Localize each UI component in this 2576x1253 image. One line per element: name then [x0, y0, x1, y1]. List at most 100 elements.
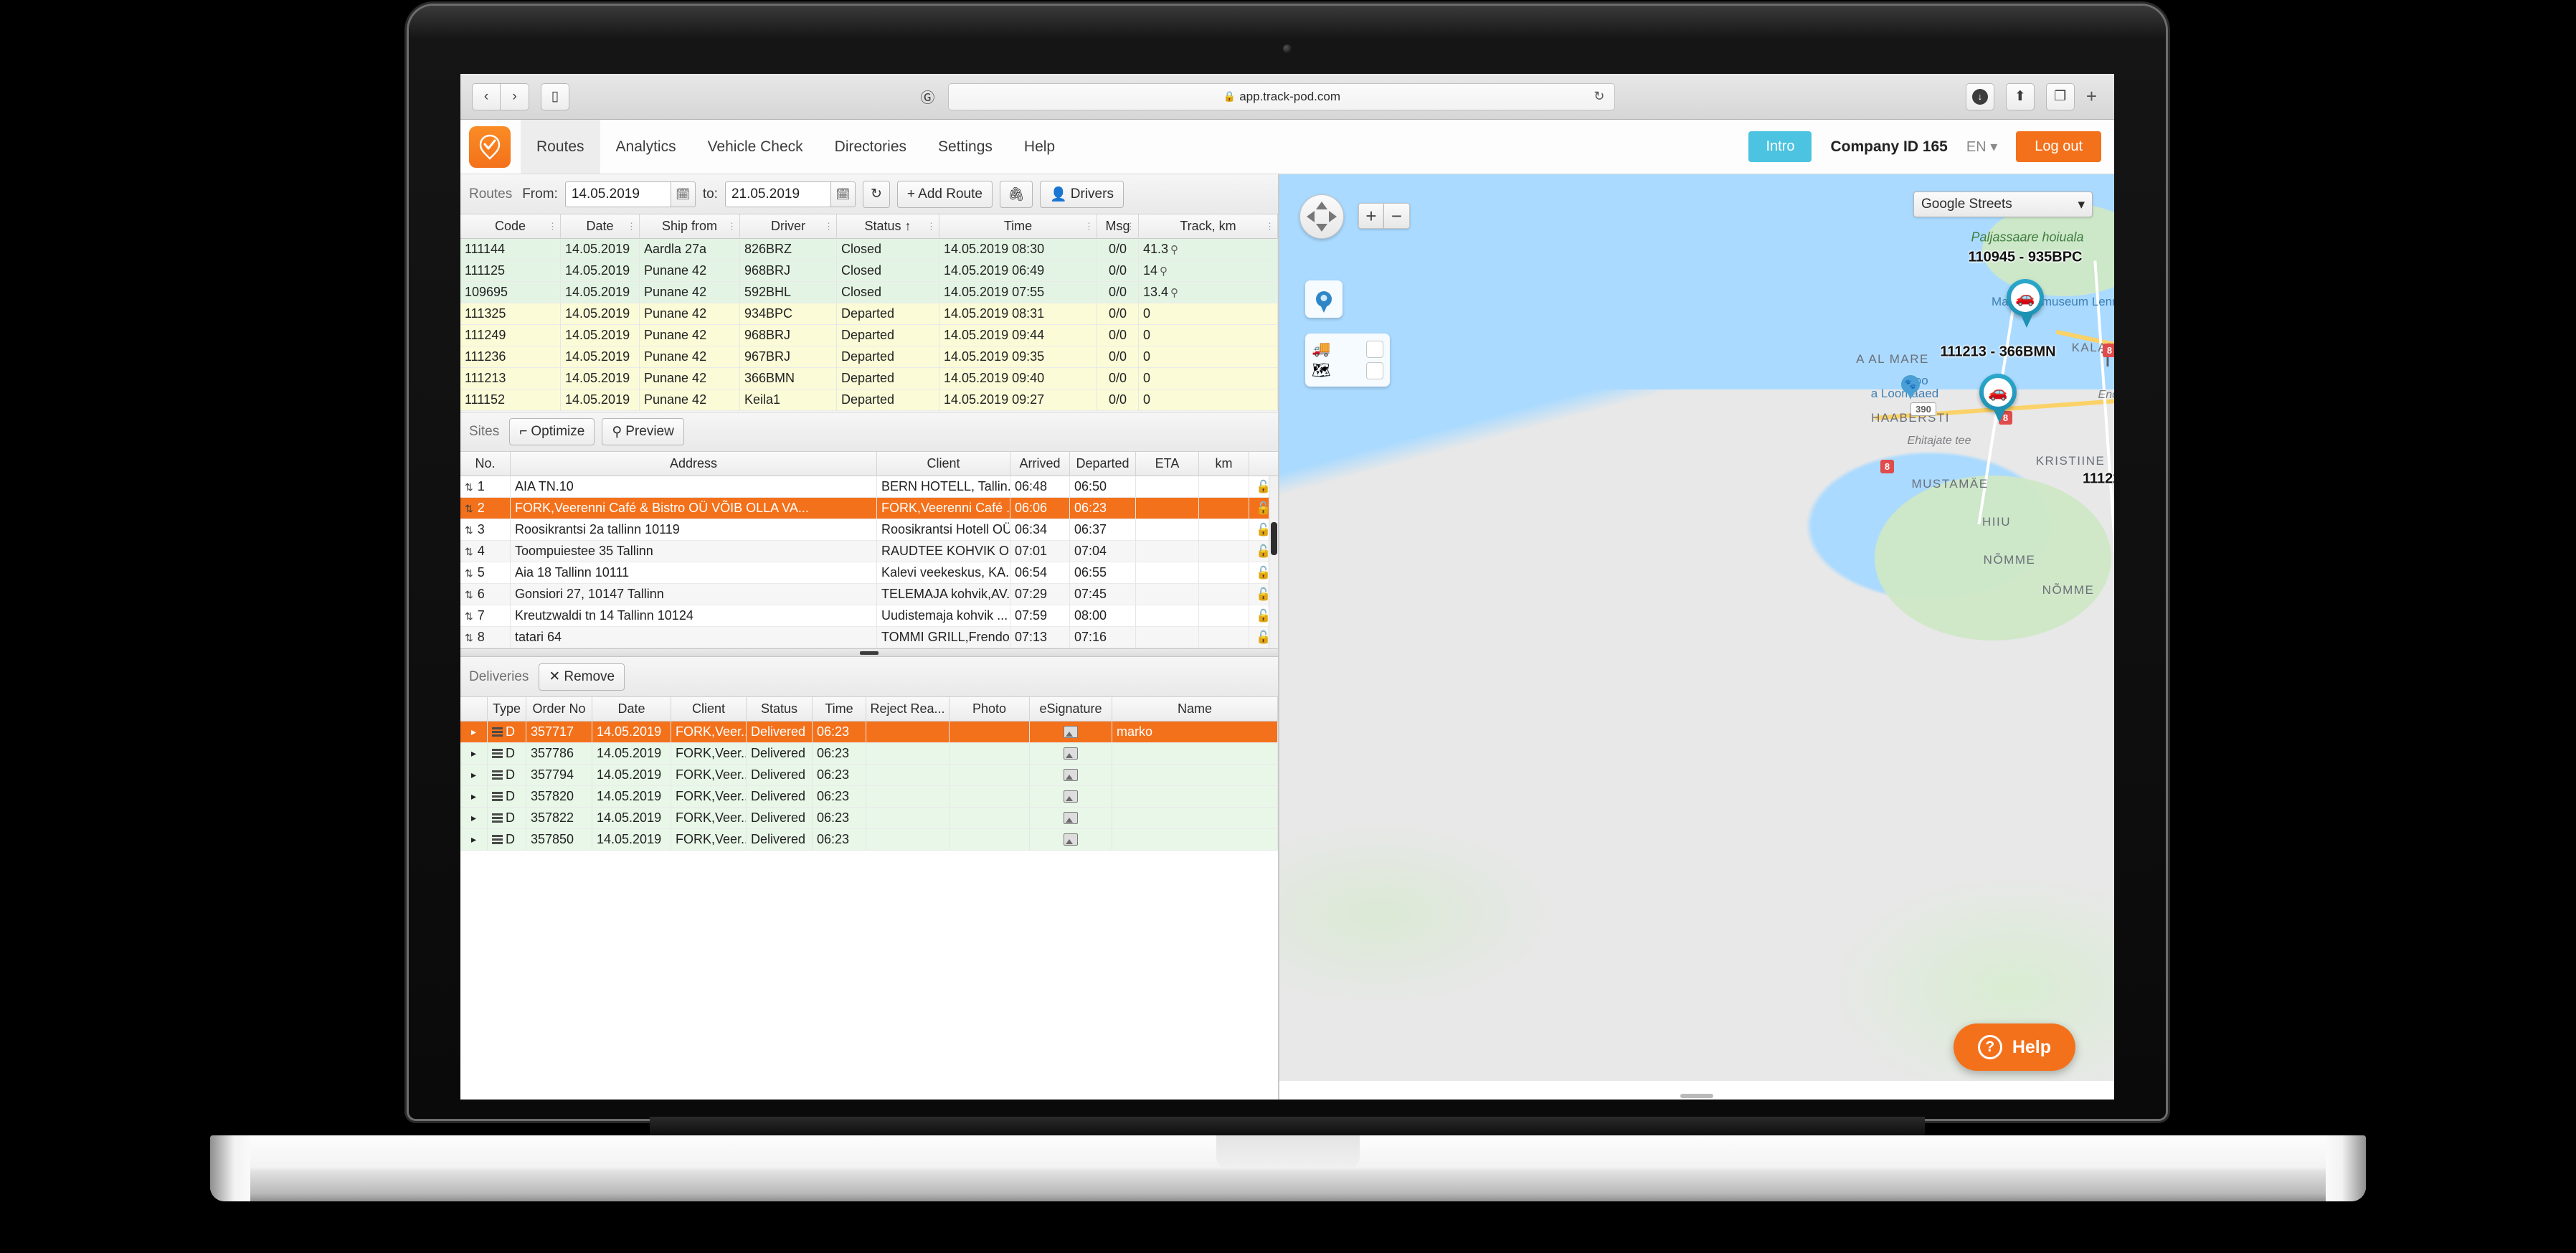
col-delivery-time[interactable]: Time — [813, 696, 866, 722]
col-msg[interactable]: Msg ⋮ — [1097, 214, 1139, 239]
app-logo-icon[interactable] — [469, 126, 511, 168]
delivery-esignature[interactable] — [1030, 742, 1112, 765]
col-departed[interactable]: Departed — [1070, 452, 1136, 476]
reorder-handle-icon[interactable]: ⇅ — [465, 590, 473, 600]
col-reject-reason[interactable]: Reject Rea... — [866, 696, 950, 722]
col-menu-icon[interactable]: ⋮ — [1084, 221, 1094, 232]
table-row[interactable]: 111125 14.05.2019 Punane 42 968BRJ Closed 14.… — [460, 260, 1278, 282]
reorder-handle-icon[interactable]: ⇅ — [465, 503, 473, 514]
image-icon[interactable] — [1064, 833, 1078, 846]
map-type-selector[interactable]: Google Streets ▾ — [1913, 192, 2093, 217]
col-client[interactable]: Client — [877, 452, 1010, 476]
col-address[interactable]: Address — [511, 452, 877, 476]
from-date-input[interactable]: 14.05.2019 — [564, 181, 671, 207]
vehicle-pin[interactable]: 🚗 — [1979, 374, 2017, 411]
table-row[interactable]: ⇅ 1 AIA TN.10 BERN HOTELL, Tallin... 06:48 06… — [460, 476, 1278, 498]
table-row[interactable]: 111213 14.05.2019 Punane 42 366BMN Departed 1… — [460, 367, 1278, 389]
col-menu-icon[interactable]: ⋮ — [627, 221, 636, 232]
col-menu-icon[interactable]: ⋮ — [548, 221, 557, 232]
col-delivery-date[interactable]: Date — [592, 696, 671, 722]
reorder-handle-icon[interactable]: ⇅ — [465, 547, 473, 557]
reorder-handle-icon[interactable]: ⇅ — [465, 482, 473, 492]
col-esignature[interactable]: eSignature — [1030, 696, 1112, 722]
expand-row-icon[interactable]: ▸ — [460, 785, 488, 808]
vehicle-marker[interactable]: 🚗 — [1979, 374, 2019, 424]
sites-scroll-thumb[interactable] — [1271, 522, 1277, 555]
nav-item-settings[interactable]: Settings — [922, 120, 1008, 174]
map-pin-icon[interactable]: ⚲ — [1170, 243, 1178, 256]
image-icon[interactable] — [1064, 726, 1078, 738]
add-route-button[interactable]: + Add Route — [896, 180, 993, 208]
col-track-km[interactable]: Track, km ⋮ — [1139, 214, 1278, 239]
table-row[interactable]: ▸ D 357717 14.05.2019 FORK,Veer... Delivered 0… — [460, 721, 1278, 743]
share-button[interactable]: ⬆ — [2005, 82, 2035, 110]
table-row[interactable]: 111236 14.05.2019 Punane 42 967BRJ Departed 1… — [460, 346, 1278, 368]
table-row[interactable]: ▸ D 357786 14.05.2019 FORK,Veer... Delivered 0… — [460, 742, 1278, 765]
map-pan-control[interactable] — [1299, 194, 1344, 239]
table-row[interactable]: 111144 14.05.2019 Aardla 27a 826BRZ Closed 14… — [460, 238, 1278, 260]
col-status[interactable]: Status ↑ ⋮ — [837, 214, 939, 239]
nav-item-directories[interactable]: Directories — [819, 120, 922, 174]
table-row[interactable]: ⇅ 2 FORK,Veerenni Café & Bistro OÜ VÕIB OL… — [460, 497, 1278, 519]
col-name[interactable]: Name — [1112, 696, 1278, 722]
map-pin-icon[interactable]: ⚲ — [1160, 265, 1168, 278]
pan-down-icon[interactable] — [1316, 224, 1327, 232]
sites-scrollbar[interactable] — [1269, 476, 1278, 648]
remove-button[interactable]: ✕ Remove — [539, 663, 625, 691]
reorder-handle-icon[interactable]: ⇅ — [465, 633, 473, 643]
zoom-in-button[interactable]: + — [1358, 203, 1384, 229]
table-row[interactable]: 111152 14.05.2019 Punane 42 Keila1 Departed 1… — [460, 389, 1278, 411]
image-icon[interactable] — [1064, 747, 1078, 760]
col-delivery-client[interactable]: Client — [671, 696, 747, 722]
col-no[interactable]: No. — [460, 452, 511, 476]
delivery-esignature[interactable] — [1030, 764, 1112, 786]
expand-row-icon[interactable]: ▸ — [460, 742, 488, 765]
table-row[interactable]: ⇅ 5 Aia 18 Tallinn 10111 Kalevi veekeskus, … — [460, 562, 1278, 584]
delivery-esignature[interactable] — [1030, 721, 1112, 743]
table-row[interactable]: ▸ D 357822 14.05.2019 FORK,Veer... Delivered 0… — [460, 807, 1278, 829]
downloads-button[interactable]: ↓ — [1965, 82, 1994, 110]
table-row[interactable]: ⇅ 6 Gonsiori 27, 10147 Tallinn TELEMAJA koh… — [460, 583, 1278, 605]
map-resize-handle[interactable] — [1680, 1094, 1713, 1098]
back-button[interactable]: ‹ — [472, 82, 501, 110]
routes-layer-checkbox[interactable] — [1366, 362, 1383, 379]
pan-right-icon[interactable] — [1329, 211, 1337, 222]
preview-button[interactable]: ⚲ Preview — [602, 418, 684, 445]
language-selector[interactable]: EN ▾ — [1966, 138, 1997, 156]
col-menu-icon[interactable]: ⋮ — [824, 221, 833, 232]
forward-button[interactable]: › — [501, 82, 529, 110]
locate-me-button[interactable] — [1305, 280, 1343, 318]
reader-mode-icon[interactable]: Ⓖ — [914, 83, 941, 110]
col-delivery-status[interactable]: Status — [747, 696, 813, 722]
map-pin-icon[interactable]: ⚲ — [1170, 286, 1178, 299]
table-row[interactable]: ⇅ 8 tatari 64 TOMMI GRILL,Frendo... 07:13 07:… — [460, 626, 1278, 648]
col-eta[interactable]: ETA — [1136, 452, 1199, 476]
col-menu-icon[interactable]: ⋮ — [727, 221, 737, 232]
pan-left-icon[interactable] — [1307, 211, 1315, 222]
col-time[interactable]: Time ⋮ — [939, 214, 1097, 239]
table-row[interactable]: 111249 14.05.2019 Punane 42 968BRJ Departed 1… — [460, 324, 1278, 346]
new-tab-button[interactable]: + — [2080, 85, 2103, 108]
col-menu-icon[interactable]: ⋮ — [927, 221, 936, 232]
table-row[interactable]: 111325 14.05.2019 Punane 42 934BPC Departed 1… — [460, 303, 1278, 325]
col-order-no[interactable]: Order No — [526, 696, 592, 722]
image-icon[interactable] — [1064, 790, 1078, 803]
zoom-out-button[interactable]: − — [1384, 203, 1410, 229]
to-date-input[interactable]: 21.05.2019 — [724, 181, 831, 207]
sidebar-toggle-icon[interactable]: ▯ — [541, 82, 569, 110]
panel-splitter[interactable] — [460, 648, 1278, 657]
col-type[interactable]: Type — [488, 696, 526, 722]
poi-zoo-icon[interactable]: 🐾 — [1901, 375, 1920, 398]
pan-up-icon[interactable] — [1316, 202, 1327, 209]
to-calendar-icon[interactable]: 🗓 — [830, 181, 856, 207]
address-bar[interactable]: 🔒 app.track-pod.com ↻ — [948, 82, 1616, 110]
from-calendar-icon[interactable]: 🗓 — [671, 181, 696, 207]
intro-button[interactable]: Intro — [1748, 131, 1812, 162]
drivers-button[interactable]: 👤 Drivers — [1040, 180, 1124, 208]
image-icon[interactable] — [1064, 769, 1078, 781]
col-menu-icon[interactable]: ⋮ — [1126, 221, 1135, 232]
delivery-esignature[interactable] — [1030, 828, 1112, 851]
col-ship-from[interactable]: Ship from ⋮ — [640, 214, 740, 239]
table-row[interactable]: ⇅ 7 Kreutzwaldi tn 14 Tallinn 10124 Uudiste… — [460, 605, 1278, 627]
optimize-button[interactable]: ⌐ Optimize — [509, 418, 595, 445]
